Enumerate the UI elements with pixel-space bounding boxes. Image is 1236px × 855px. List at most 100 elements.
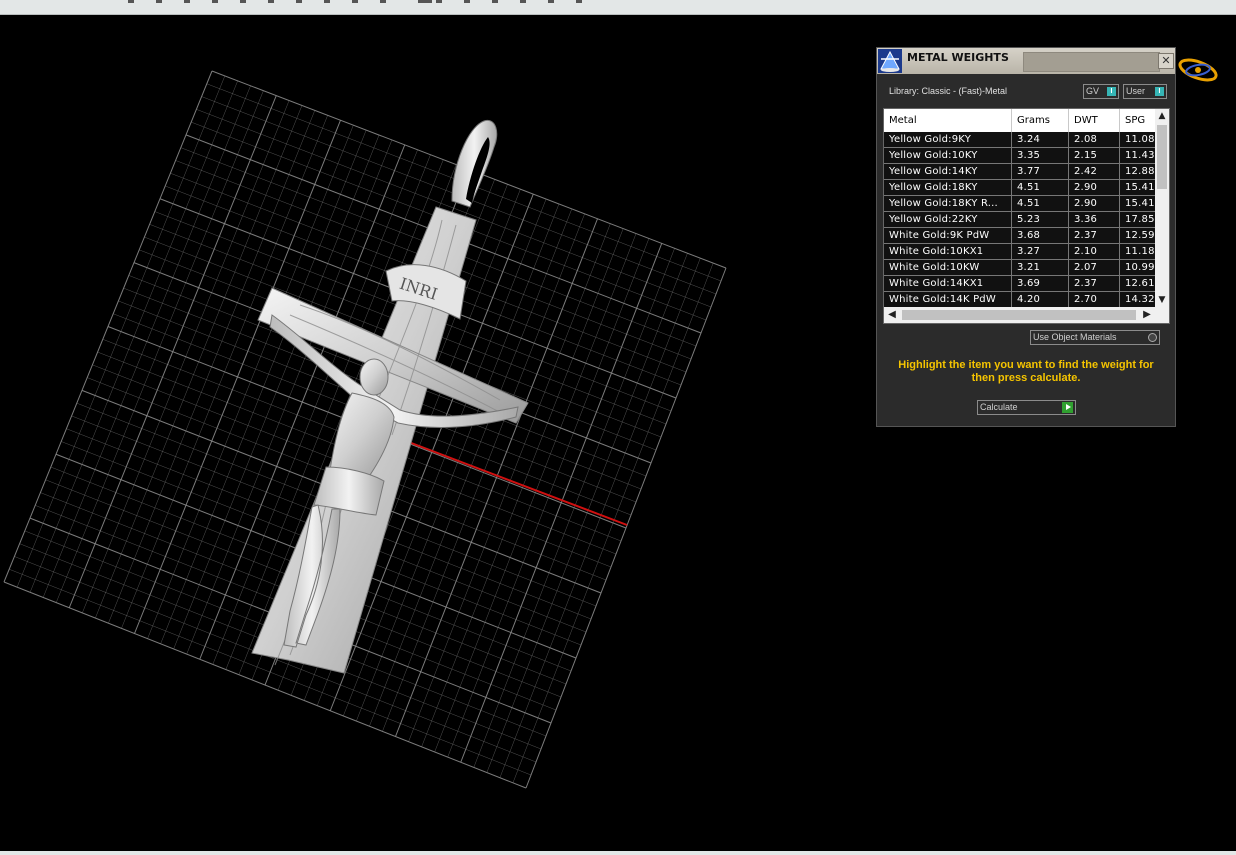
cell-metal: White Gold:9K PdW	[884, 228, 1012, 243]
vertical-scroll-thumb[interactable]	[1157, 125, 1167, 189]
cell-dwt: 2.10	[1069, 244, 1120, 259]
scroll-down-icon[interactable]: ▼	[1155, 293, 1169, 307]
toolbar-tick	[380, 0, 386, 3]
toolbar-tick	[436, 0, 442, 3]
cell-dwt: 2.37	[1069, 228, 1120, 243]
grid-line	[14, 556, 537, 763]
cell-spg: 14.32	[1125, 294, 1155, 305]
grid-line	[3, 581, 527, 789]
toolbar-tick	[492, 0, 498, 3]
toolbar-tick	[156, 0, 162, 3]
cell-spg: 17.85	[1125, 214, 1155, 225]
toolbar-tick	[240, 0, 246, 3]
scroll-right-icon[interactable]: ▶	[1139, 307, 1155, 323]
cell-metal: Yellow Gold:14KY	[884, 164, 1012, 179]
top-toolbar	[0, 0, 1236, 15]
column-header-spg[interactable]: SPG	[1120, 109, 1156, 132]
table-row[interactable]: Yellow Gold:10KY 3.35 2.15 11.43	[884, 148, 1155, 164]
cell-grams: 3.35	[1012, 148, 1069, 163]
panel-title-bar[interactable]: METAL WEIGHTS ✕	[877, 48, 1175, 74]
panel-title: METAL WEIGHTS	[907, 51, 1009, 64]
gv-toggle-label: GV	[1086, 86, 1100, 96]
table-row[interactable]: White Gold:14KX1 3.69 2.37 12.61	[884, 276, 1155, 292]
toolbar-tick	[268, 0, 274, 3]
toggle-switch-icon: I	[1155, 87, 1164, 96]
cell-dwt: 2.08	[1069, 132, 1120, 147]
cell-dwt: 2.90	[1069, 196, 1120, 211]
table-row[interactable]: White Gold:9K PdW 3.68 2.37 12.59	[884, 228, 1155, 244]
toolbar-tick	[548, 0, 554, 3]
library-label: Library: Classic - (Fast)-Metal	[889, 86, 1008, 96]
cell-grams: 3.21	[1012, 260, 1069, 275]
cell-metal: White Gold:14K PdW	[884, 292, 1012, 307]
instruction-text: Highlight the item you want to find the …	[898, 359, 1154, 384]
toolbar-tick	[418, 0, 432, 3]
toolbar-tick	[576, 0, 582, 3]
cell-grams: 3.27	[1012, 244, 1069, 259]
cell-grams: 3.68	[1012, 228, 1069, 243]
grid-line	[486, 253, 688, 773]
column-header-metal[interactable]: Metal	[884, 109, 1012, 132]
cell-metal: White Gold:14KX1	[884, 276, 1012, 291]
cell-grams: 4.51	[1012, 180, 1069, 195]
crucifix-pendant[interactable]: INRI	[251, 119, 529, 674]
table-header: Metal Grams DWT SPG	[884, 109, 1155, 132]
table-row[interactable]: White Gold:14K PdW 4.20 2.70 14.32	[884, 292, 1155, 308]
cell-spg: 15.41	[1125, 182, 1155, 193]
column-header-dwt[interactable]: DWT	[1069, 109, 1120, 132]
toolbar-tick	[324, 0, 330, 3]
radio-icon	[1148, 333, 1157, 342]
toolbar-tick	[464, 0, 470, 3]
title-bar-field	[1023, 52, 1160, 72]
table-row[interactable]: White Gold:10KW 3.21 2.07 10.99	[884, 260, 1155, 276]
grid-line	[525, 267, 727, 789]
horizontal-scrollbar[interactable]: ◀ ▶	[884, 307, 1169, 323]
calculate-label: Calculate	[980, 402, 1018, 412]
table-row[interactable]: Yellow Gold:22KY 5.23 3.36 17.85	[884, 212, 1155, 228]
play-icon	[1062, 402, 1073, 413]
cell-grams: 4.20	[1012, 292, 1069, 307]
cell-dwt: 2.90	[1069, 180, 1120, 195]
grid-line	[473, 248, 675, 768]
calculate-button[interactable]: Calculate	[977, 400, 1076, 415]
grid-line	[512, 262, 714, 783]
horizontal-scroll-thumb[interactable]	[902, 310, 1136, 320]
close-button[interactable]: ✕	[1158, 53, 1174, 69]
table-row[interactable]: White Gold:10KX1 3.27 2.10 11.18	[884, 244, 1155, 260]
cell-spg: 10.99	[1125, 262, 1155, 273]
toggle-switch-icon: I	[1107, 87, 1116, 96]
toolbar-tick	[184, 0, 190, 3]
table-row[interactable]: Yellow Gold:18KY R... 4.51 2.90 15.41	[884, 196, 1155, 212]
toolbar-tick	[296, 0, 302, 3]
gv-toggle[interactable]: GV I	[1083, 84, 1119, 99]
cell-metal: White Gold:10KW	[884, 260, 1012, 275]
vertical-scrollbar[interactable]: ▲ ▼	[1155, 109, 1169, 307]
bottom-status-bar	[0, 851, 1236, 855]
scrollbar-corner	[1155, 307, 1169, 323]
use-object-materials-option[interactable]: Use Object Materials	[1030, 330, 1160, 345]
metal-weights-table[interactable]: Metal Grams DWT SPG Yellow Gold:9KY 3.24 2…	[883, 108, 1170, 324]
cell-grams: 3.77	[1012, 164, 1069, 179]
table-row[interactable]: Yellow Gold:9KY 3.24 2.08 11.08	[884, 132, 1155, 148]
cell-dwt: 2.37	[1069, 276, 1120, 291]
user-toggle-label: User	[1126, 86, 1146, 96]
figure-head	[359, 358, 389, 396]
cell-metal: Yellow Gold:18KY	[884, 180, 1012, 195]
scroll-up-icon[interactable]: ▲	[1155, 109, 1169, 123]
cell-grams: 4.51	[1012, 196, 1069, 211]
cell-metal: Yellow Gold:10KY	[884, 148, 1012, 163]
scroll-left-icon[interactable]: ◀	[884, 307, 900, 323]
cell-metal: Yellow Gold:18KY R...	[884, 196, 1012, 211]
table-row[interactable]: Yellow Gold:14KY 3.77 2.42 12.88	[884, 164, 1155, 180]
user-toggle[interactable]: User I	[1123, 84, 1167, 99]
orbit-gizmo-icon[interactable]	[1176, 55, 1220, 85]
cell-dwt: 2.07	[1069, 260, 1120, 275]
cell-grams: 3.69	[1012, 276, 1069, 291]
grid-line	[499, 258, 701, 778]
grid-line	[9, 568, 532, 776]
scale-pyramid-icon	[878, 49, 902, 73]
use-object-materials-label: Use Object Materials	[1033, 332, 1117, 342]
table-row[interactable]: Yellow Gold:18KY 4.51 2.90 15.41	[884, 180, 1155, 196]
column-header-grams[interactable]: Grams	[1012, 109, 1069, 132]
cell-spg: 11.43	[1125, 150, 1155, 161]
